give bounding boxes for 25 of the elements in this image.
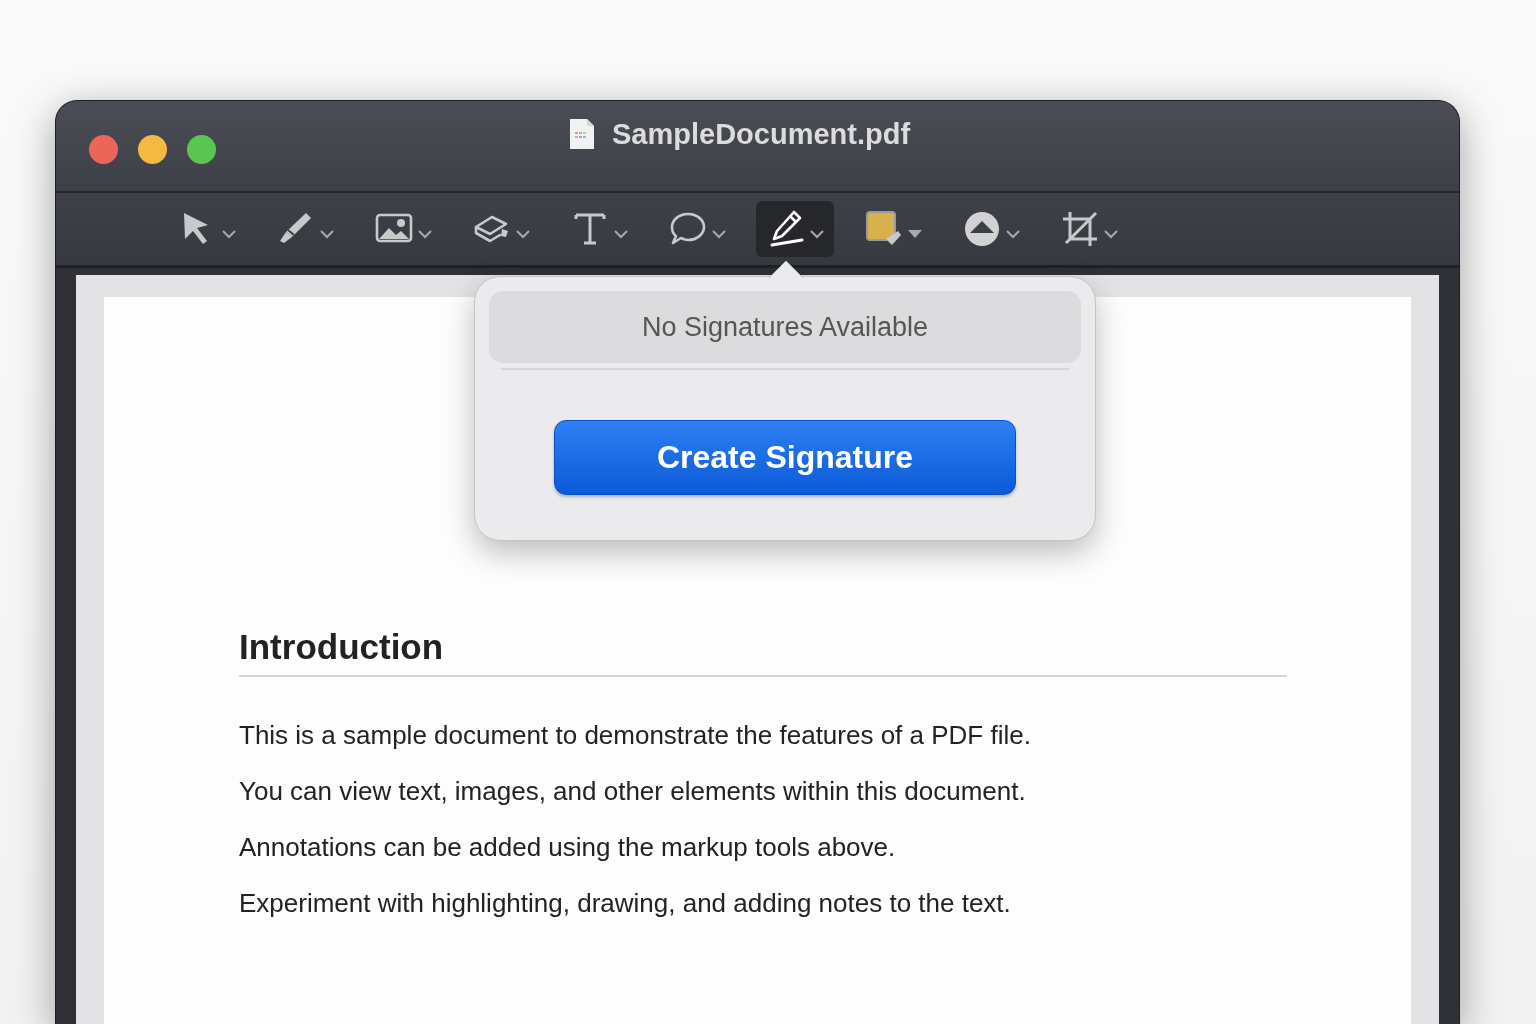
window-title: SampleDocument.pdf bbox=[612, 117, 911, 151]
minimize-button[interactable] bbox=[138, 134, 167, 164]
chevron-down-icon bbox=[320, 229, 334, 239]
empty-signatures-message: No Signatures Available bbox=[489, 291, 1081, 363]
chevron-down-icon bbox=[1006, 229, 1020, 239]
body-paragraph: This is a sample document to demonstrate the features of a PDF file. bbox=[239, 719, 1032, 752]
chevron-down-icon bbox=[1104, 229, 1118, 239]
markup-tool-button[interactable] bbox=[756, 201, 834, 257]
document-icon bbox=[568, 117, 596, 151]
create-signature-button[interactable]: Create Signature bbox=[554, 420, 1016, 495]
chevron-down-icon bbox=[712, 229, 726, 239]
body-paragraph: Annotations can be added using the markup tools above. bbox=[239, 831, 897, 864]
close-button[interactable] bbox=[89, 134, 118, 164]
shape-style-icon bbox=[962, 209, 1002, 249]
chevron-down-icon bbox=[222, 229, 236, 239]
section-heading: Introduction bbox=[239, 627, 1287, 677]
zoom-button[interactable] bbox=[187, 134, 216, 164]
chevron-down-icon bbox=[516, 229, 530, 239]
caret-icon bbox=[908, 229, 922, 239]
chevron-down-icon bbox=[418, 229, 432, 239]
crop-icon bbox=[1060, 209, 1100, 249]
body-paragraph: You can view text, images, and other elements within this document. bbox=[239, 775, 1027, 808]
chevron-down-icon bbox=[810, 229, 824, 239]
body-paragraph: Experiment with highlighting, drawing, and adding notes to the text. bbox=[239, 887, 1012, 920]
chevron-down-icon bbox=[614, 229, 628, 239]
